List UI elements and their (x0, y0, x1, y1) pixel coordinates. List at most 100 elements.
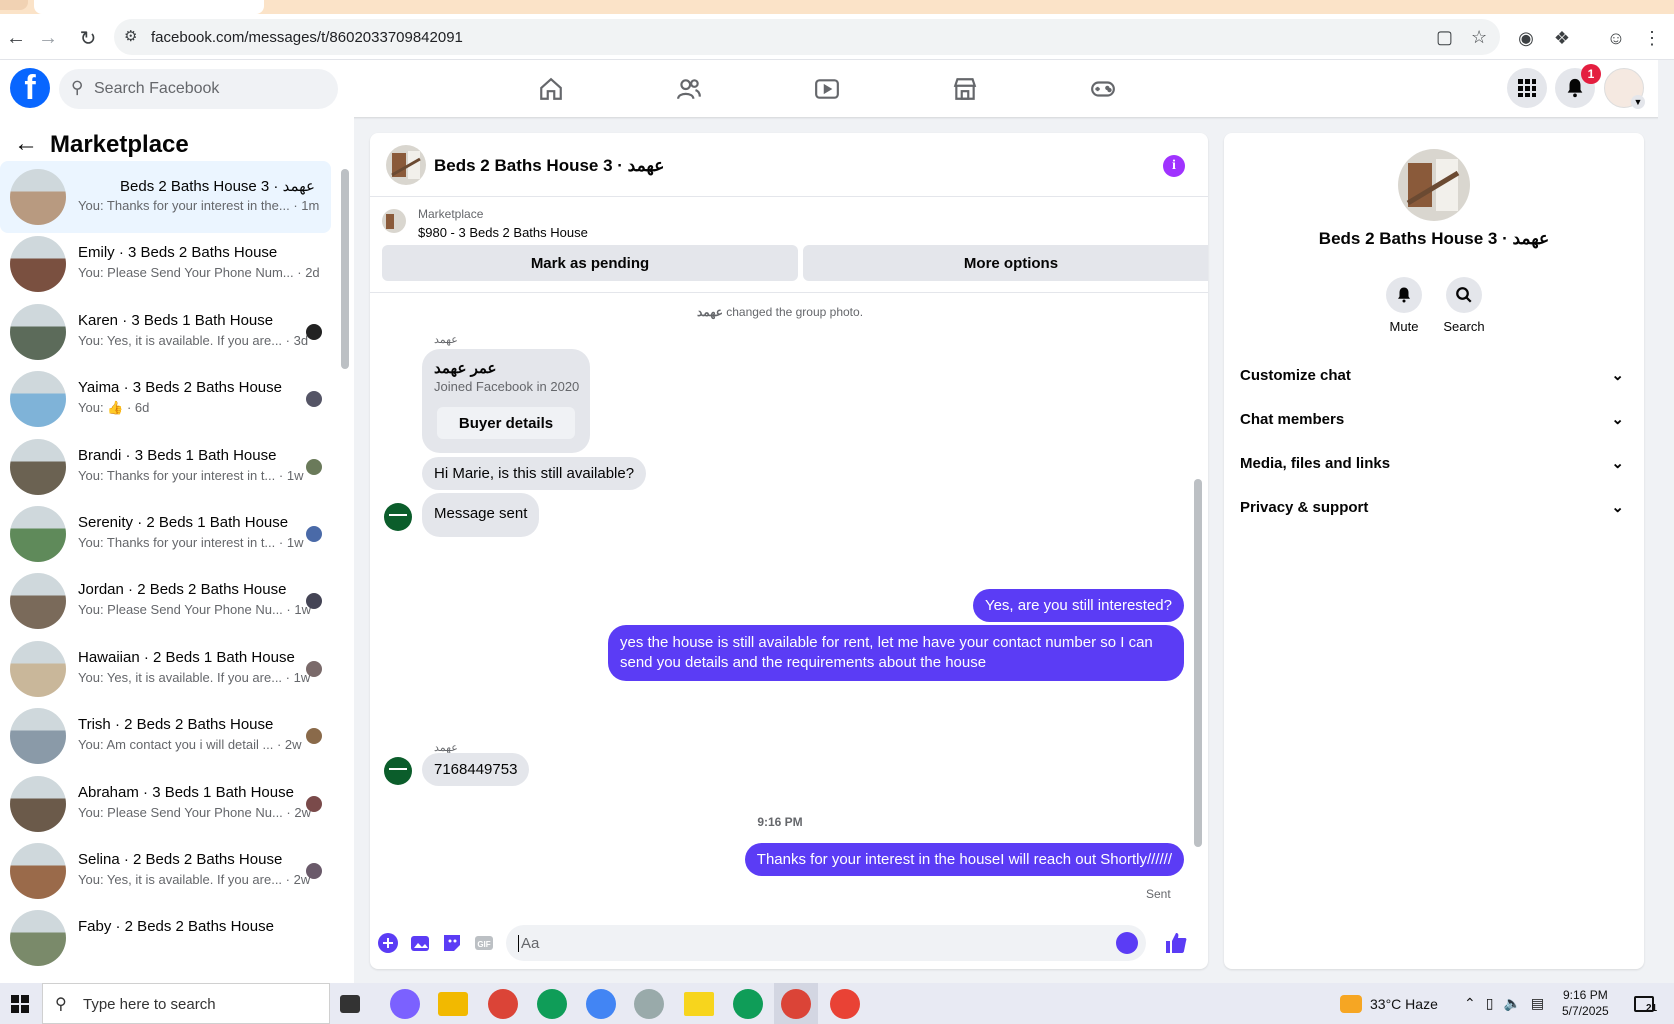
snippet-text: You: Please Send Your Phone Num... (78, 265, 294, 281)
privacy-support-row[interactable]: Privacy & support ⌄ (1240, 487, 1632, 527)
sidebar-scrollbar[interactable] (341, 169, 349, 369)
sender-avatar[interactable] (384, 503, 412, 531)
search-input[interactable]: ⚲ Search Facebook (59, 69, 338, 109)
photo-icon[interactable] (408, 931, 432, 955)
conversation-item[interactable]: Yaima · 3 Beds 2 Baths House You: 👍 · 6d (0, 363, 331, 435)
chat-members-row[interactable]: Chat members ⌄ (1240, 399, 1632, 439)
chrome-icon[interactable] (537, 989, 567, 1019)
chevron-up-icon[interactable]: ⌃ (1464, 995, 1476, 1012)
install-icon[interactable]: ▢ (1436, 27, 1453, 48)
gif-icon[interactable]: GIF (472, 931, 496, 955)
back-arrow-icon[interactable]: ← (14, 130, 38, 158)
conversation-item[interactable]: Selina · 2 Beds 2 Baths House You: Yes, i… (0, 835, 331, 907)
conversation-snippet: You: Please Send Your Phone Nu... · 1w (78, 602, 311, 617)
back-icon[interactable]: ← (2, 24, 30, 52)
forward-icon[interactable]: → (34, 24, 62, 52)
message-input[interactable]: Aa (506, 925, 1146, 961)
taskbar-search[interactable]: ⚲ Type here to search (42, 983, 330, 1024)
omnibox[interactable]: ⚙ facebook.com/messages/t/86020337098420… (114, 19, 1500, 55)
chrome-icon[interactable] (781, 989, 811, 1019)
sticky-notes-icon[interactable] (684, 992, 714, 1016)
network-icon[interactable]: ▤ (1531, 995, 1544, 1012)
conversation-item[interactable]: Serenity · 2 Beds 1 Bath House You: Thank… (0, 498, 331, 570)
outgoing-message[interactable]: yes the house is still available for ren… (608, 625, 1184, 681)
chrome-icon[interactable] (488, 989, 518, 1019)
svg-text:GIF: GIF (477, 940, 490, 949)
info-avatar[interactable] (1398, 149, 1470, 221)
menu-grid-icon[interactable] (1507, 68, 1547, 108)
conversation-item[interactable]: Jordan · 2 Beds 2 Baths House You: Please… (0, 565, 331, 637)
notification-center-icon[interactable]: 21 (1634, 983, 1657, 1024)
extension-icon[interactable]: ◉ (1512, 24, 1540, 52)
like-icon[interactable] (1164, 931, 1188, 955)
separator: · (293, 265, 306, 281)
message-timestamp: 9:16 PM (757, 815, 803, 829)
sender-avatar[interactable] (384, 757, 412, 785)
listing-title[interactable]: $980 - 3 Beds 2 Baths House (418, 225, 588, 240)
plus-icon[interactable] (376, 931, 400, 955)
mute-label: Mute (1389, 319, 1419, 334)
puzzle-icon[interactable]: ❖ (1548, 24, 1576, 52)
conversation-item[interactable]: Abraham · 3 Beds 1 Bath House You: Please… (0, 768, 331, 840)
file-explorer-icon[interactable] (438, 992, 468, 1016)
sticker-icon[interactable] (440, 931, 464, 955)
chat-avatar[interactable] (386, 145, 426, 185)
info-icon[interactable]: i (1163, 155, 1185, 177)
listing-thumbnail[interactable] (382, 209, 406, 233)
separator: · (289, 198, 302, 213)
emoji-icon[interactable] (1116, 932, 1138, 954)
task-view-icon[interactable] (340, 995, 360, 1013)
taskbar-clock[interactable]: 9:16 PM 5/7/2025 (1562, 987, 1609, 1019)
chrome-icon[interactable] (586, 989, 616, 1019)
copilot-icon[interactable] (390, 989, 420, 1019)
buyer-details-button[interactable]: Buyer details (437, 407, 575, 439)
video-icon[interactable] (767, 68, 887, 110)
search-conversation-button[interactable]: Search (1434, 277, 1494, 334)
conversation-snippet: You: Please Send Your Phone Num... · 2d (78, 265, 320, 280)
battery-icon[interactable]: ▯ (1486, 995, 1494, 1012)
weather-widget[interactable]: 33°C Haze (1340, 983, 1438, 1024)
incoming-message[interactable]: 7168449753 (422, 753, 530, 786)
conversation-item[interactable]: Brandi · 3 Beds 1 Bath House You: Thanks … (0, 431, 331, 503)
sender-name: عهمد (434, 334, 458, 346)
gaming-icon[interactable] (1043, 68, 1163, 110)
mark-pending-button[interactable]: Mark as pending (382, 245, 798, 281)
incoming-message[interactable]: Message sent (422, 493, 540, 537)
volume-icon[interactable]: 🔈 (1503, 995, 1520, 1012)
chat-scrollbar[interactable] (1194, 479, 1202, 847)
bookmark-star-icon[interactable]: ☆ (1471, 27, 1487, 48)
page-scrollbar[interactable] (1658, 60, 1674, 983)
chrome-icon[interactable] (733, 989, 763, 1019)
menu-icon[interactable]: ⋮ (1638, 24, 1666, 52)
conversation-item[interactable]: Trish · 2 Beds 2 Baths House You: Am cont… (0, 700, 331, 772)
marketplace-icon[interactable] (905, 68, 1025, 110)
windows-start-icon[interactable] (0, 983, 40, 1024)
app-icon[interactable] (634, 989, 664, 1019)
conversation-item[interactable]: Faby · 2 Beds 2 Baths House (0, 902, 331, 974)
conversation-item[interactable]: Karen · 3 Beds 1 Bath House You: Yes, it … (0, 296, 331, 368)
read-receipt-avatar (306, 728, 322, 745)
conversation-item[interactable]: Beds 2 Baths House 3 · عهمد You: Thanks f… (0, 161, 331, 233)
site-info-icon[interactable]: ⚙ (124, 27, 137, 45)
mute-button[interactable]: Mute (1374, 277, 1434, 334)
home-icon[interactable] (491, 68, 611, 110)
account-avatar[interactable]: ▼ (1604, 68, 1645, 109)
conversation-item[interactable]: Hawaiian · 2 Beds 1 Bath House You: Yes, … (0, 633, 331, 705)
customize-chat-row[interactable]: Customize chat ⌄ (1240, 355, 1632, 395)
weather-icon (1340, 994, 1362, 1013)
conversation-item[interactable]: Emily · 3 Beds 2 Baths House You: Please … (0, 228, 331, 300)
notifications-button[interactable]: 1 (1555, 64, 1601, 108)
snippet-time: 1w (286, 467, 304, 483)
more-options-button[interactable]: More options (803, 245, 1208, 281)
browser-tab[interactable] (34, 0, 264, 14)
friends-icon[interactable] (629, 68, 749, 110)
facebook-logo[interactable]: f (10, 68, 50, 108)
incoming-message[interactable]: Hi Marie, is this still available? (422, 457, 647, 490)
reload-icon[interactable]: ↻ (74, 24, 102, 52)
profile-icon[interactable]: ☺ (1602, 24, 1630, 52)
outgoing-message[interactable]: Yes, are you still interested? (972, 589, 1184, 622)
media-files-row[interactable]: Media, files and links ⌄ (1240, 443, 1632, 483)
outgoing-message[interactable]: Thanks for your interest in the houseI w… (744, 843, 1184, 876)
chat-title[interactable]: Beds 2 Baths House 3 · عهمد (434, 156, 664, 176)
chrome-icon[interactable] (830, 989, 860, 1019)
